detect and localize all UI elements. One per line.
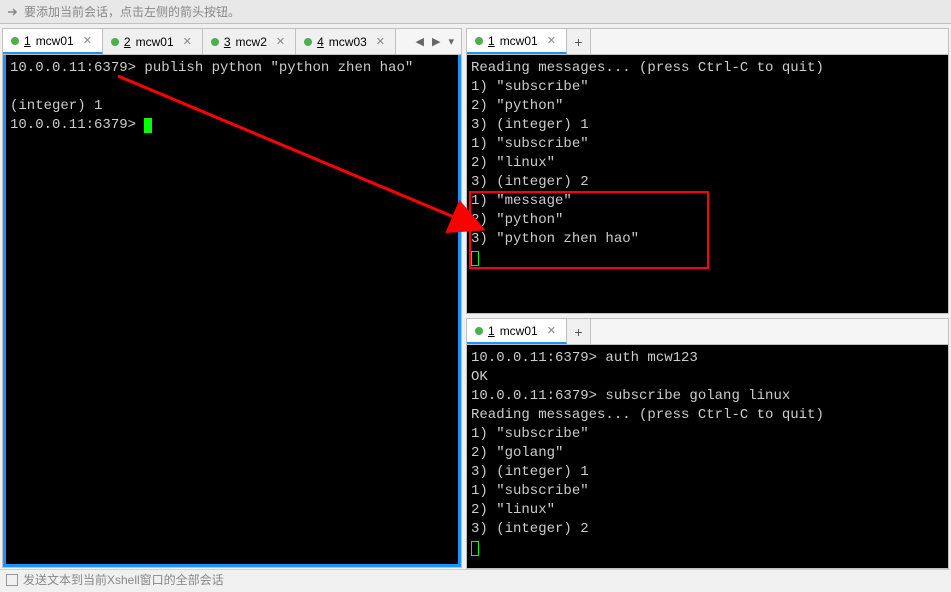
hint-text: 要添加当前会话，点击左侧的箭头按钮。 bbox=[24, 3, 240, 20]
status-dot-icon bbox=[304, 38, 312, 46]
right-bottom-pane: 1 mcw01 ✕ + 10.0.0.11:6379> auth mcw123 … bbox=[466, 318, 949, 569]
cursor bbox=[144, 118, 152, 133]
left-terminal[interactable]: 10.0.0.11:6379> publish python "python z… bbox=[3, 55, 461, 567]
close-icon[interactable]: ✕ bbox=[545, 34, 558, 47]
left-pane: 1 mcw01 ✕ 2 mcw01 ✕ 3 mcw2 ✕ 4 mcw03 ✕ ◀ ▶ ▾ 10.0.0… bbox=[2, 28, 462, 568]
right-column: 1 mcw01 ✕ + Reading messages... (press C… bbox=[466, 28, 949, 569]
close-icon[interactable]: ✕ bbox=[181, 35, 194, 48]
tab-next-icon[interactable]: ▶ bbox=[429, 33, 443, 50]
highlight-annotation bbox=[469, 191, 709, 269]
tab-label: mcw01 bbox=[136, 35, 174, 49]
tab-mcw01-2[interactable]: 2 mcw01 ✕ bbox=[103, 29, 203, 54]
close-icon[interactable]: ✕ bbox=[545, 324, 558, 337]
status-dot-icon bbox=[475, 327, 483, 335]
close-icon[interactable]: ✕ bbox=[81, 34, 94, 47]
add-tab-button[interactable]: + bbox=[567, 319, 591, 344]
tab-number: 1 bbox=[488, 324, 495, 338]
tab-right-bottom[interactable]: 1 mcw01 ✕ bbox=[467, 319, 567, 344]
tab-mcw03-4[interactable]: 4 mcw03 ✕ bbox=[296, 29, 396, 54]
right-top-pane: 1 mcw01 ✕ + Reading messages... (press C… bbox=[466, 28, 949, 314]
bottom-bar-text: 发送文本到当前Xshell窗口的全部会话 bbox=[23, 571, 224, 588]
tab-nav: ◀ ▶ ▾ bbox=[409, 29, 461, 54]
tab-mcw2-3[interactable]: 3 mcw2 ✕ bbox=[203, 29, 296, 54]
status-dot-icon bbox=[211, 38, 219, 46]
tab-label: mcw01 bbox=[36, 34, 74, 48]
tab-right-top[interactable]: 1 mcw01 ✕ bbox=[467, 29, 567, 54]
tab-menu-icon[interactable]: ▾ bbox=[445, 33, 457, 50]
status-dot-icon bbox=[111, 38, 119, 46]
right-bottom-terminal[interactable]: 10.0.0.11:6379> auth mcw123 OK 10.0.0.11… bbox=[467, 345, 948, 568]
right-bottom-tabbar: 1 mcw01 ✕ + bbox=[467, 319, 948, 345]
tab-number: 1 bbox=[24, 34, 31, 48]
main-area: 1 mcw01 ✕ 2 mcw01 ✕ 3 mcw2 ✕ 4 mcw03 ✕ ◀ ▶ ▾ 10.0.0… bbox=[0, 24, 951, 569]
arrow-hint-icon bbox=[6, 5, 20, 19]
close-icon[interactable]: ✕ bbox=[374, 35, 387, 48]
tab-prev-icon[interactable]: ◀ bbox=[413, 33, 427, 50]
tab-number: 4 bbox=[317, 35, 324, 49]
tab-mcw01-1[interactable]: 1 mcw01 ✕ bbox=[3, 29, 103, 54]
tab-label: mcw03 bbox=[329, 35, 367, 49]
cursor bbox=[471, 541, 479, 556]
tab-label: mcw2 bbox=[236, 35, 267, 49]
tab-number: 2 bbox=[124, 35, 131, 49]
left-tabbar: 1 mcw01 ✕ 2 mcw01 ✕ 3 mcw2 ✕ 4 mcw03 ✕ ◀ ▶ ▾ bbox=[3, 29, 461, 55]
status-dot-icon bbox=[475, 37, 483, 45]
tab-label: mcw01 bbox=[500, 34, 538, 48]
bottom-bar: 发送文本到当前Xshell窗口的全部会话 bbox=[0, 569, 951, 589]
status-dot-icon bbox=[11, 37, 19, 45]
close-icon[interactable]: ✕ bbox=[274, 35, 287, 48]
hint-bar: 要添加当前会话，点击左侧的箭头按钮。 bbox=[0, 0, 951, 24]
tab-number: 1 bbox=[488, 34, 495, 48]
left-column: 1 mcw01 ✕ 2 mcw01 ✕ 3 mcw2 ✕ 4 mcw03 ✕ ◀ ▶ ▾ 10.0.0… bbox=[2, 28, 462, 569]
tab-label: mcw01 bbox=[500, 324, 538, 338]
right-top-terminal[interactable]: Reading messages... (press Ctrl-C to qui… bbox=[467, 55, 948, 313]
add-tab-button[interactable]: + bbox=[567, 29, 591, 54]
broadcast-checkbox[interactable] bbox=[6, 574, 18, 586]
cursor bbox=[471, 251, 479, 266]
right-top-tabbar: 1 mcw01 ✕ + bbox=[467, 29, 948, 55]
tab-number: 3 bbox=[224, 35, 231, 49]
